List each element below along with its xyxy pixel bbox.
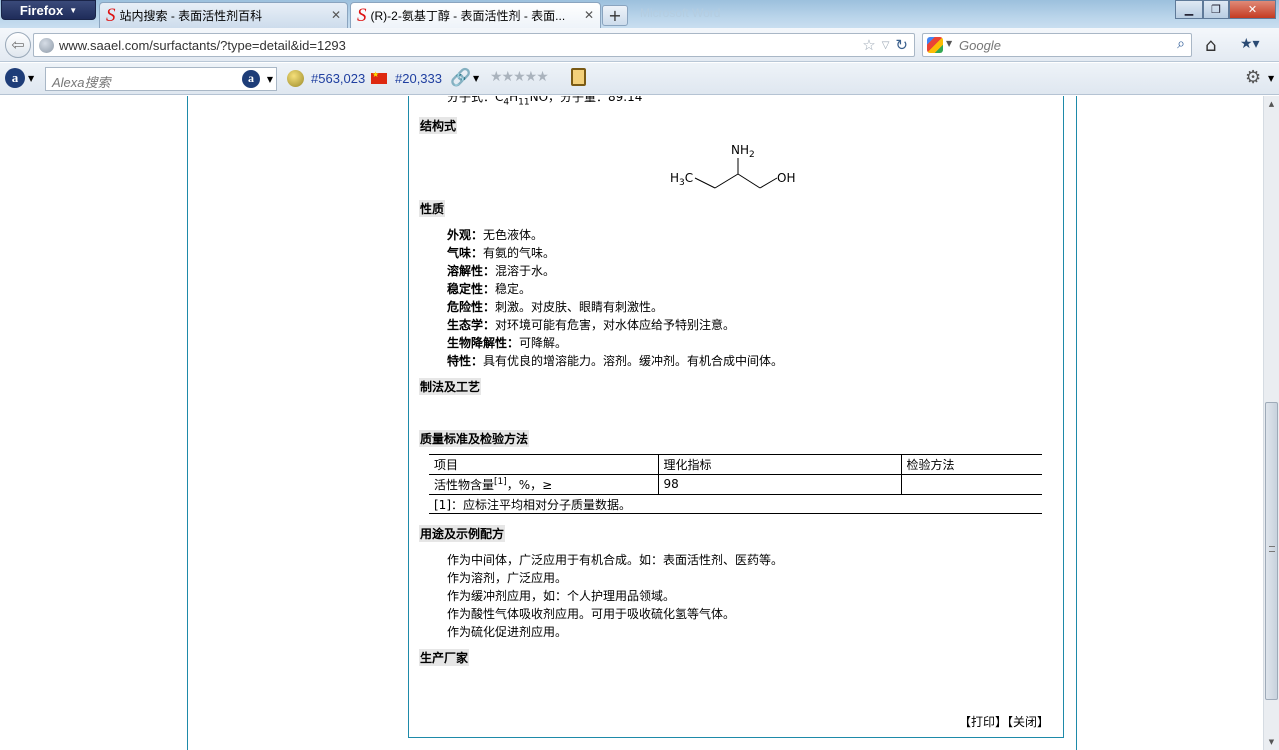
search-bar[interactable]: ▼ Google ⌕ [922, 33, 1192, 57]
search-input[interactable]: Google [959, 38, 1001, 53]
new-tab-button[interactable]: + [602, 5, 628, 26]
process-heading: 制法及工艺 [419, 378, 482, 395]
h3c-label: H3C [670, 171, 693, 188]
table-cell-item: 活性物含量[1]，%，≥ [429, 474, 658, 495]
global-rank[interactable]: #563,023 [311, 71, 365, 86]
property-appearance: 外观：无色液体。 [447, 228, 544, 242]
minimize-button[interactable]: ▁ [1175, 0, 1203, 19]
site-identity-icon[interactable] [39, 38, 54, 53]
saael-logo-icon: S [357, 5, 367, 26]
property-stability: 稳定性：稳定。 [447, 282, 532, 296]
use-item: 作为缓冲剂应用，如：个人护理用品领域。 [447, 589, 676, 603]
rating-stars[interactable]: ★★★★★ [490, 69, 549, 85]
vertical-scrollbar[interactable]: ▲ ▼ [1263, 96, 1279, 750]
restore-button[interactable]: ❐ [1203, 0, 1229, 19]
properties-heading: 性质 [419, 200, 446, 217]
property-solubility: 溶解性：混溶于水。 [447, 264, 556, 278]
notes-icon[interactable] [571, 68, 586, 86]
use-item: 作为溶剂，广泛应用。 [447, 571, 568, 585]
close-tab-icon[interactable]: ✕ [584, 8, 594, 22]
history-dropdown-icon[interactable]: ▽ [882, 36, 890, 56]
chevron-down-icon[interactable]: ▼ [267, 75, 273, 84]
uses-heading: 用途及示例配方 [419, 525, 506, 542]
chevron-down-icon[interactable]: ▼ [946, 39, 952, 48]
google-engine-icon[interactable] [927, 37, 943, 53]
background-window-title: Microsoft Word [640, 6, 721, 20]
content-frame [408, 96, 1064, 738]
chevron-down-icon: ▼ [69, 5, 78, 15]
alexa-search-input[interactable]: Alexa搜索 a ▼ [45, 67, 277, 91]
scroll-down-arrow-icon[interactable]: ▼ [1264, 734, 1279, 750]
bookmark-star-icon[interactable]: ☆ [862, 36, 875, 56]
skeleton-bonds [694, 158, 778, 189]
tab-label: 站内搜索 - 表面活性剂百科 [119, 9, 263, 23]
title-bar: Firefox ▼ S 站内搜索 - 表面活性剂百科 ✕ S (R)-2-氨基丁… [0, 0, 1279, 28]
structure-heading: 结构式 [419, 117, 458, 134]
formula-line-partial: 分子式：C4H11NO，分子量：89.14 [447, 96, 643, 108]
table-cell-value: 98 [657, 474, 901, 495]
table-row: 活性物含量[1]，%，≥ 98 [429, 474, 1042, 495]
alexa-toolbar: a ▼ Alexa搜索 a ▼ #563,023 #20,333 🔗 ▼ ★★★… [0, 63, 1279, 95]
scroll-up-arrow-icon[interactable]: ▲ [1264, 96, 1279, 112]
back-button[interactable]: ⇦ [5, 32, 31, 58]
sites-linking-icon[interactable]: 🔗 [450, 68, 471, 88]
table-header-row: 项目 理化指标 检验方法 [429, 454, 1042, 475]
traffic-rank-icon[interactable] [287, 70, 304, 87]
china-flag-icon [371, 70, 387, 84]
bookmarks-menu-icon[interactable]: ★▾ [1240, 36, 1260, 52]
use-item: 作为中间体，广泛应用于有机合成。如：表面活性剂、医药等。 [447, 553, 784, 567]
home-icon[interactable]: ⌂ [1205, 35, 1216, 56]
back-arrow-icon: ⇦ [11, 35, 25, 54]
table-cell-method [900, 474, 1042, 495]
property-characteristics: 特性：具有优良的增溶能力。溶剂。缓冲剂。有机合成中间体。 [447, 354, 784, 368]
grip-icon [1269, 546, 1275, 552]
close-window-button[interactable]: ✕ [1229, 0, 1276, 19]
chevron-down-icon[interactable]: ▼ [1268, 74, 1274, 83]
alexa-logo-icon[interactable]: a [5, 68, 25, 88]
alexa-search-button[interactable]: a [242, 70, 260, 88]
tab-label: (R)-2-氨基丁醇 - 表面活性剂 - 表面... [370, 9, 566, 23]
property-hazard: 危险性：刺激。对皮肤、眼睛有刺激性。 [447, 300, 664, 314]
firefox-menu-button[interactable]: Firefox ▼ [1, 0, 96, 20]
search-icon[interactable]: ⌕ [1177, 36, 1185, 52]
url-bar[interactable]: www.saael.com/surfactants/?type=detail&i… [33, 33, 915, 57]
table-header-cell: 理化指标 [657, 454, 901, 475]
scrollbar-thumb[interactable] [1265, 402, 1278, 700]
url-text[interactable]: www.saael.com/surfactants/?type=detail&i… [59, 38, 346, 53]
country-rank[interactable]: #20,333 [395, 71, 442, 86]
property-ecology: 生态学：对环境可能有危害，对水体应给予特别注意。 [447, 318, 736, 332]
table-header-cell: 项目 [429, 454, 658, 475]
property-biodegradability: 生物降解性：可降解。 [447, 336, 568, 350]
navigation-bar: ⇦ www.saael.com/surfactants/?type=detail… [0, 28, 1279, 62]
use-item: 作为硫化促进剂应用。 [447, 625, 568, 639]
oh-label: OH [777, 171, 795, 185]
quality-heading: 质量标准及检验方法 [419, 430, 530, 447]
table-footnote-row: [1]：应标注平均相对分子质量数据。 [429, 494, 1042, 514]
alexa-search-placeholder: Alexa搜索 [52, 75, 111, 90]
chevron-down-icon[interactable]: ▼ [28, 74, 34, 83]
gear-icon[interactable]: ⚙ [1245, 67, 1261, 88]
tab-detail[interactable]: S (R)-2-氨基丁醇 - 表面活性剂 - 表面... ✕ [350, 2, 601, 28]
page-viewport: 分子式：C4H11NO，分子量：89.14 结构式 NH2 H3C OH 性质 … [0, 96, 1263, 750]
chevron-down-icon[interactable]: ▼ [473, 74, 479, 83]
close-link[interactable]: 【关闭】 [1007, 715, 1049, 729]
manufacturer-heading: 生产厂家 [419, 649, 470, 666]
firefox-menu-label: Firefox [19, 2, 64, 18]
quality-table: 项目 理化指标 检验方法 活性物含量[1]，%，≥ 98 [1]：应标注平均相对… [429, 454, 1042, 514]
nh2-label: NH2 [731, 143, 755, 160]
page-actions: 【打印】【关闭】 [959, 713, 1049, 730]
saael-logo-icon: S [106, 5, 116, 26]
structural-formula: NH2 H3C OH [670, 143, 795, 189]
use-item: 作为酸性气体吸收剂应用。可用于吸收硫化氢等气体。 [447, 607, 736, 621]
reload-icon[interactable]: ↻ [895, 36, 908, 56]
close-tab-icon[interactable]: ✕ [331, 8, 341, 22]
table-header-cell: 检验方法 [900, 454, 1042, 475]
property-odor: 气味：有氨的气味。 [447, 246, 556, 260]
table-footnote: [1]：应标注平均相对分子质量数据。 [429, 494, 1042, 514]
print-link[interactable]: 【打印】 [959, 715, 1007, 729]
tab-search[interactable]: S 站内搜索 - 表面活性剂百科 ✕ [99, 2, 348, 28]
